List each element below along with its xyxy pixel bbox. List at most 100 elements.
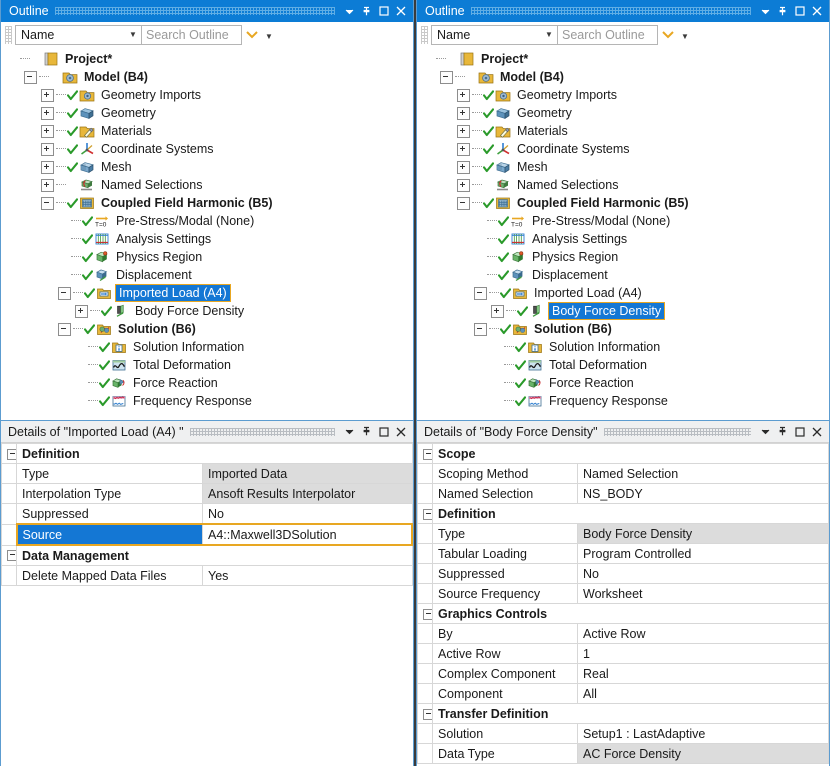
tree-node[interactable]: Solution (B6) [417,320,829,338]
property-row[interactable]: Scoping MethodNamed Selection [418,464,829,484]
tree-node[interactable]: Model (B4) [1,68,413,86]
expand-icon[interactable] [41,161,54,174]
expand-icon[interactable] [41,89,54,102]
dropdown-icon[interactable] [341,2,358,20]
tree-node[interactable]: Geometry [1,104,413,122]
collapse-icon[interactable] [474,323,487,336]
expand-icon[interactable] [41,179,54,192]
tree-node[interactable]: Project* [417,50,829,68]
expand-icon[interactable] [457,143,470,156]
group-collapse-icon[interactable] [418,444,433,464]
expand-icon[interactable] [457,89,470,102]
field-selector-combo[interactable]: Name ▼ [15,25,142,45]
tree-node[interactable]: Geometry Imports [417,86,829,104]
group-collapse-icon[interactable] [2,545,17,566]
collapse-icon[interactable] [58,287,71,300]
tree-node[interactable]: Solution Information [1,338,413,356]
close-icon[interactable] [392,2,409,20]
expand-icon[interactable] [41,143,54,156]
tree-node[interactable]: Displacement [417,266,829,284]
collapse-icon[interactable] [457,197,470,210]
tree-node[interactable]: Imported Load (A4) [417,284,829,302]
property-value[interactable]: All [578,684,829,704]
search-input[interactable]: Search Outline [558,25,658,45]
property-row[interactable]: SuppressedNo [2,504,413,525]
property-value[interactable]: Active Row [578,624,829,644]
tree-node[interactable]: Body Force Density [417,302,829,320]
maximize-icon[interactable] [791,2,808,20]
property-value[interactable]: 1 [578,644,829,664]
expand-icon[interactable] [41,107,54,120]
search-options-icon[interactable]: ▼ [262,25,276,45]
tree-node[interactable]: Force Reaction [1,374,413,392]
collapse-icon[interactable] [58,323,71,336]
field-selector-combo[interactable]: Name ▼ [431,25,558,45]
property-row[interactable]: Named SelectionNS_BODY [418,484,829,504]
outline-tree-right[interactable]: Project*Model (B4)Geometry ImportsGeomet… [417,48,829,420]
tree-node[interactable]: Analysis Settings [417,230,829,248]
toolbar-drag-handle[interactable] [421,26,428,44]
property-row[interactable]: ComponentAll [418,684,829,704]
dropdown-icon[interactable] [341,423,358,441]
tree-node[interactable]: Frequency Response [1,392,413,410]
tree-node[interactable]: Coupled Field Harmonic (B5) [417,194,829,212]
collapse-icon[interactable] [24,71,37,84]
maximize-icon[interactable] [375,2,392,20]
property-value[interactable]: A4::Maxwell3DSolution [203,524,413,545]
property-row[interactable]: Interpolation TypeAnsoft Results Interpo… [2,484,413,504]
property-row[interactable]: Active Row1 [418,644,829,664]
group-collapse-icon[interactable] [418,604,433,624]
property-row[interactable]: Source FrequencyWorksheet [418,584,829,604]
group-collapse-icon[interactable] [418,704,433,724]
tree-node[interactable]: Geometry Imports [1,86,413,104]
tree-node[interactable]: Coupled Field Harmonic (B5) [1,194,413,212]
property-row[interactable]: Complex ComponentReal [418,664,829,684]
property-value[interactable]: No [578,564,829,584]
expand-icon[interactable] [457,179,470,192]
tree-node[interactable]: Physics Region [1,248,413,266]
property-row[interactable]: TypeBody Force Density [418,524,829,544]
dropdown-icon[interactable] [757,2,774,20]
expand-icon[interactable] [457,161,470,174]
collapse-icon[interactable] [440,71,453,84]
tree-node[interactable]: Analysis Settings [1,230,413,248]
search-expand-icon[interactable] [658,25,678,45]
expand-icon[interactable] [491,305,504,318]
search-input[interactable]: Search Outline [142,25,242,45]
tree-node[interactable]: Named Selections [417,176,829,194]
tree-node[interactable]: Solution (B6) [1,320,413,338]
tree-node[interactable]: Materials [417,122,829,140]
group-collapse-icon[interactable] [2,444,17,464]
maximize-icon[interactable] [791,423,808,441]
property-value[interactable]: Worksheet [578,584,829,604]
details-table-right[interactable]: ScopeScoping MethodNamed SelectionNamed … [417,443,829,764]
tree-node[interactable]: Geometry [417,104,829,122]
group-collapse-icon[interactable] [418,504,433,524]
property-value[interactable]: Named Selection [578,464,829,484]
collapse-icon[interactable] [474,287,487,300]
tree-node[interactable]: Imported Load (A4) [1,284,413,302]
property-row[interactable]: ByActive Row [418,624,829,644]
expand-icon[interactable] [457,125,470,138]
tree-node[interactable]: Named Selections [1,176,413,194]
property-value[interactable]: NS_BODY [578,484,829,504]
search-expand-icon[interactable] [242,25,262,45]
outline-tree-left[interactable]: Project*Model (B4)Geometry ImportsGeomet… [1,48,413,420]
expand-icon[interactable] [41,125,54,138]
tree-node[interactable]: T=0Pre-Stress/Modal (None) [1,212,413,230]
tree-node[interactable]: Total Deformation [417,356,829,374]
property-value[interactable]: Program Controlled [578,544,829,564]
tree-node[interactable]: Displacement [1,266,413,284]
tree-node[interactable]: Materials [1,122,413,140]
tree-node[interactable]: Coordinate Systems [417,140,829,158]
property-value[interactable]: No [203,504,413,525]
property-row[interactable]: Delete Mapped Data FilesYes [2,566,413,586]
tree-node[interactable]: Total Deformation [1,356,413,374]
tree-node[interactable]: Body Force Density [1,302,413,320]
tree-node[interactable]: Solution Information [417,338,829,356]
close-icon[interactable] [392,423,409,441]
pin-icon[interactable] [774,423,791,441]
details-table-left[interactable]: DefinitionTypeImported DataInterpolation… [1,443,413,586]
search-options-icon[interactable]: ▼ [678,25,692,45]
maximize-icon[interactable] [375,423,392,441]
